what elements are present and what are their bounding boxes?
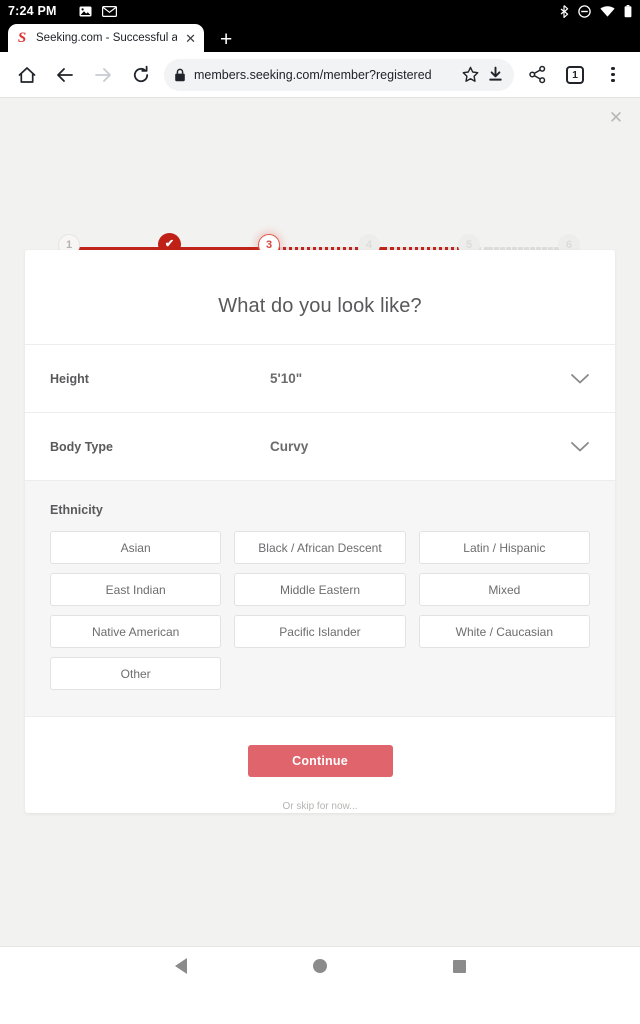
chevron-down-icon[interactable] [570, 373, 590, 385]
android-nav-bar [0, 946, 640, 985]
tab-title: Seeking.com - Successful an [36, 32, 178, 44]
chevron-down-icon[interactable] [570, 441, 590, 453]
continue-section: Continue [25, 717, 615, 813]
ethnicity-option-mixed[interactable]: Mixed [418, 573, 590, 606]
tab-count: 1 [566, 65, 584, 84]
ethnicity-section: Ethnicity Asian Black / African Descent … [25, 481, 615, 717]
star-icon[interactable] [462, 66, 479, 83]
ethnicity-option-latin[interactable]: Latin / Hispanic [418, 531, 590, 564]
page-title: What do you look like? [25, 250, 615, 345]
home-icon[interactable] [8, 56, 46, 94]
gmail-icon [101, 5, 117, 17]
field-label-height: Height [50, 371, 89, 386]
new-tab-button[interactable]: + [220, 29, 232, 50]
url-text: members.seeking.com/member?registered [194, 67, 432, 82]
profile-question-card: What do you look like? Height 5'10" Body… [25, 250, 615, 813]
ethnicity-option-east-indian[interactable]: East Indian [50, 573, 222, 606]
download-icon[interactable] [487, 66, 504, 83]
android-status-bar: 7:24 PM [0, 0, 640, 22]
browser-tab[interactable]: S Seeking.com - Successful an ✕ [8, 24, 204, 52]
address-bar[interactable]: members.seeking.com/member?registered [164, 58, 514, 91]
back-icon[interactable] [46, 56, 84, 94]
ethnicity-options-grid: Asian Black / African Descent Latin / Hi… [50, 531, 590, 690]
skip-link[interactable]: Or skip for now... [0, 801, 640, 812]
lock-icon [174, 68, 186, 82]
field-body-type[interactable]: Body Type Curvy [25, 413, 615, 481]
forward-icon [84, 56, 122, 94]
recents-nav-button[interactable] [452, 959, 466, 973]
ethnicity-label: Ethnicity [50, 503, 103, 517]
battery-icon [624, 4, 632, 18]
tab-close-icon[interactable]: ✕ [185, 32, 196, 45]
device-screen: 7:24 PM S Seeking.com - Successful an ✕ … [0, 0, 640, 1024]
ethnicity-option-asian[interactable]: Asian [50, 531, 222, 564]
wifi-icon [600, 5, 615, 17]
ethnicity-option-black[interactable]: Black / African Descent [234, 531, 406, 564]
ethnicity-option-white[interactable]: White / Caucasian [418, 615, 590, 648]
web-page-content: ✕ 1 ✔ 3 4 5 6 What do you look like? Hei… [0, 97, 640, 985]
page-close-icon[interactable]: ✕ [604, 106, 628, 130]
home-nav-button[interactable] [312, 959, 327, 973]
tab-counter-button[interactable]: 1 [556, 56, 594, 94]
menu-dots [611, 67, 615, 82]
field-value-height: 5'10" [270, 371, 303, 386]
status-bar-left: 7:24 PM [8, 4, 117, 18]
seeking-favicon: S [17, 29, 27, 46]
bluetooth-icon [560, 4, 569, 18]
browser-tab-strip: S Seeking.com - Successful an ✕ + [0, 22, 640, 52]
status-bar-right [560, 4, 632, 18]
field-value-body-type: Curvy [270, 439, 309, 454]
reload-icon[interactable] [122, 56, 160, 94]
do-not-disturb-icon [578, 4, 591, 18]
browser-toolbar: members.seeking.com/member?registered 1 [0, 52, 640, 97]
share-icon[interactable] [518, 56, 556, 94]
field-label-body-type: Body Type [50, 439, 113, 454]
status-bar-clock: 7:24 PM [8, 4, 57, 18]
ethnicity-option-native-american[interactable]: Native American [50, 615, 222, 648]
overflow-menu-icon[interactable] [594, 56, 632, 94]
field-height[interactable]: Height 5'10" [25, 345, 615, 413]
continue-button[interactable]: Continue [247, 745, 393, 777]
ethnicity-option-other[interactable]: Other [50, 657, 222, 690]
ethnicity-option-middle-eastern[interactable]: Middle Eastern [234, 573, 406, 606]
image-icon [79, 6, 92, 17]
back-nav-button[interactable] [174, 958, 187, 974]
ethnicity-option-pacific-islander[interactable]: Pacific Islander [234, 615, 406, 648]
